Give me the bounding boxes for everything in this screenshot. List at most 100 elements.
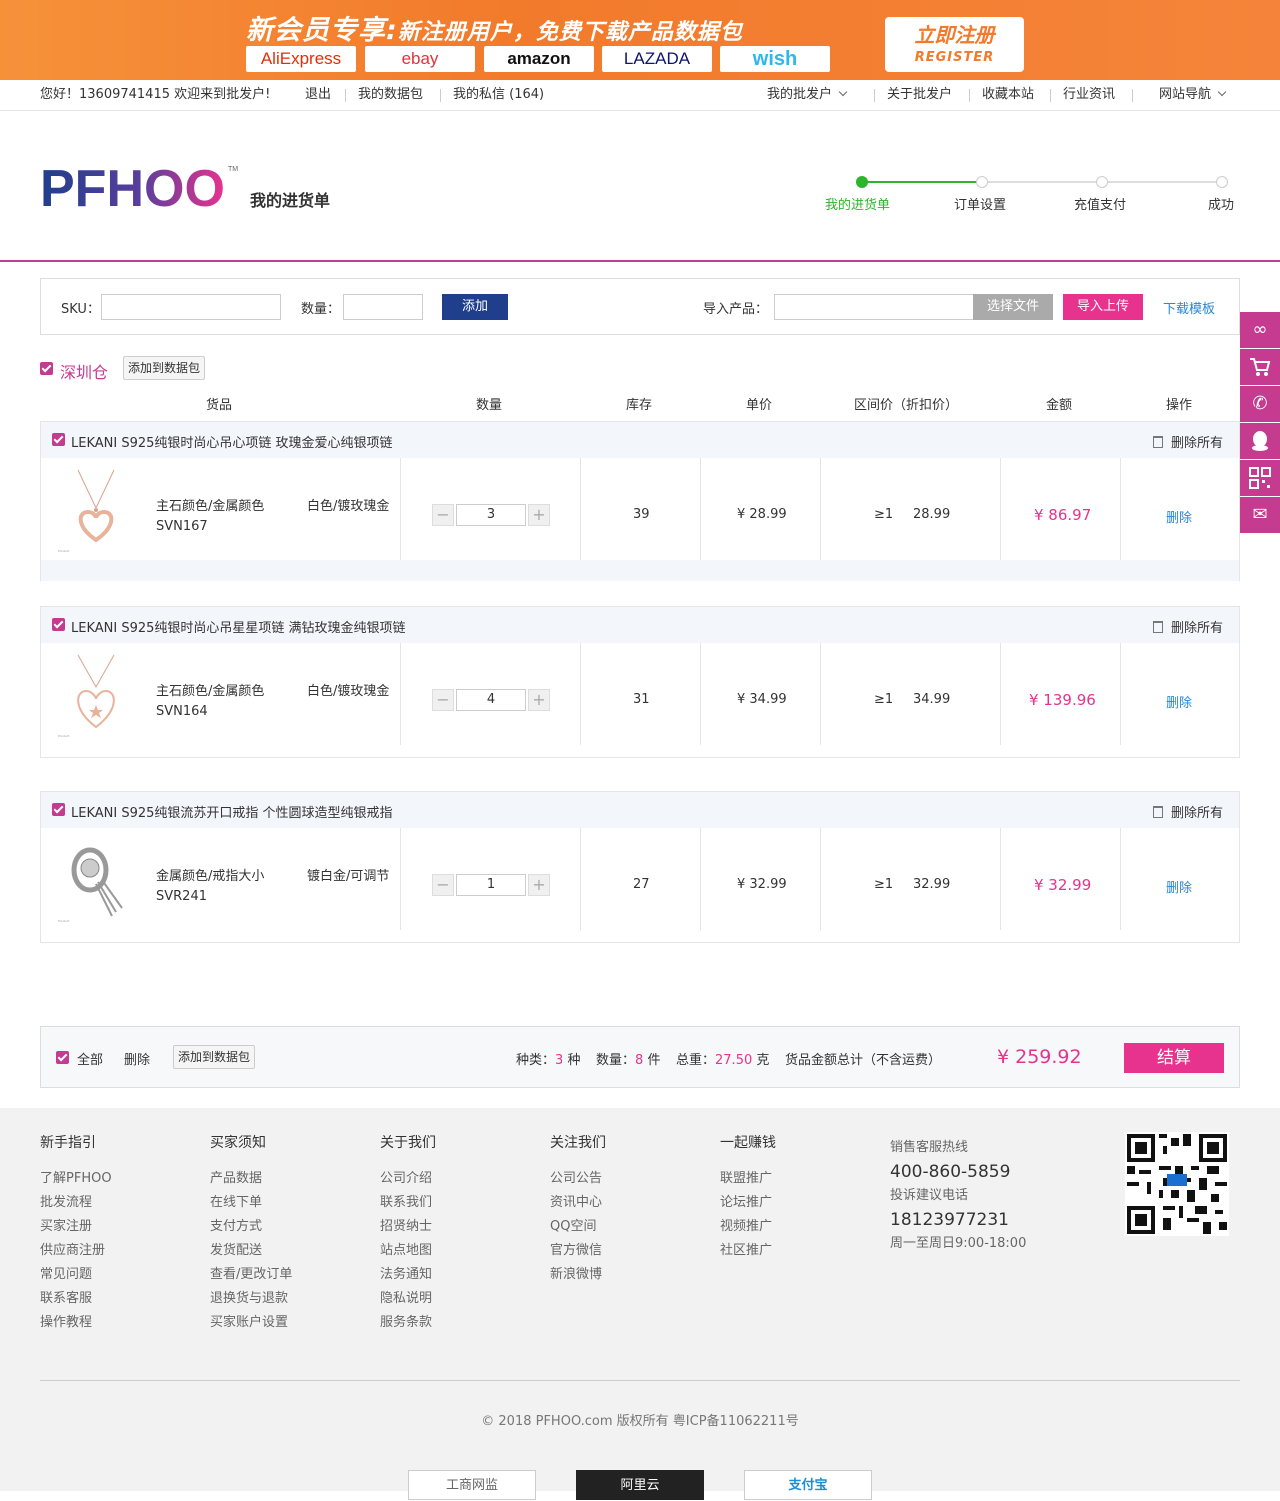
footer-link[interactable]: 在线下单 [210,1191,292,1215]
product-title[interactable]: LEKANI S925纯银流苏开口戒指 个性圆球造型纯银戒指 [71,802,393,821]
my-menu[interactable]: 我的批发户 [767,80,848,110]
minus-icon[interactable]: − [432,874,454,896]
product-title[interactable]: LEKANI S925纯银时尚心吊心项链 玫瑰金爱心纯银项链 [71,432,393,451]
footer-link[interactable]: 公司介绍 [380,1167,436,1191]
table-row: Product 金属颜色/戒指大小 镀白金/可调节 SVR241 − 1 + 2… [41,828,1239,930]
delete-selected-link[interactable]: 删除 [124,1049,150,1068]
footer-link[interactable]: 了解PFHOO [40,1167,112,1191]
service-hours: 周一至周日9:00-18:00 [890,1236,1027,1251]
footer-link[interactable]: 查看/更改订单 [210,1263,292,1287]
upload-button[interactable]: 导入上传 [1063,294,1143,320]
logout-link[interactable]: 退出 [305,80,331,110]
footer-link[interactable]: 操作教程 [40,1311,112,1335]
hotline-label: 销售客服热线 [890,1140,969,1155]
site-nav-menu[interactable]: 网站导航 [1159,80,1227,110]
download-template-link[interactable]: 下载模板 [1163,298,1215,317]
footer-link[interactable]: 官方微信 [550,1239,606,1263]
floating-sidebar: ∞ ✆ ✉ [1240,312,1280,534]
footer-link[interactable]: 服务条款 [380,1311,436,1335]
group-checkbox[interactable] [52,803,65,816]
messages-link[interactable]: 我的私信 (164) [453,80,544,110]
plus-icon[interactable]: + [528,504,550,526]
datapack-link[interactable]: 我的数据包 [358,80,423,110]
choose-file-button[interactable]: 选择文件 [973,294,1053,320]
group-checkbox[interactable] [52,433,65,446]
footer-link[interactable]: 联盟推广 [720,1167,776,1191]
footer-link[interactable]: 公司公告 [550,1167,606,1191]
footer-link[interactable]: 招贤纳士 [380,1215,436,1239]
footer-link[interactable]: 退换货与退款 [210,1287,292,1311]
minus-icon[interactable]: − [432,689,454,711]
infinity-icon[interactable]: ∞ [1240,312,1280,348]
badge-aic[interactable]: 工商网监 [408,1470,536,1500]
product-image[interactable]: Product [56,653,136,741]
product-title[interactable]: LEKANI S925纯银时尚心吊星星项链 满钻玫瑰金纯银项链 [71,617,406,636]
unit-price: ¥ 32.99 [737,877,787,892]
quantity-input[interactable]: 4 [456,689,526,711]
quantity-input[interactable]: 1 [456,874,526,896]
footer-link[interactable]: 资讯中心 [550,1191,606,1215]
footer-link[interactable]: 常见问题 [40,1263,112,1287]
select-all-checkbox[interactable] [56,1051,69,1064]
footer-link[interactable]: 联系客服 [40,1287,112,1311]
footer-link[interactable]: 供应商注册 [40,1239,112,1263]
footer-link[interactable]: 买家注册 [40,1215,112,1239]
delete-all-button[interactable]: 删除所有 [1153,802,1223,821]
footer-link[interactable]: 批发流程 [40,1191,112,1215]
footer-link[interactable]: 论坛推广 [720,1191,776,1215]
pfhoo-logo[interactable]: PFHOO TM [40,160,240,218]
delete-link[interactable]: 删除 [1166,877,1192,896]
warehouse-checkbox[interactable] [40,362,53,375]
complaint-label: 投诉建议电话 [890,1188,969,1203]
footer-link[interactable]: 视频推广 [720,1215,776,1239]
add-button[interactable]: 添加 [442,294,508,320]
chevron-down-icon [1217,87,1227,97]
footer-link[interactable]: 买家账户设置 [210,1311,292,1335]
favorite-link[interactable]: 收藏本站 [982,80,1034,110]
footer-link[interactable]: 法务通知 [380,1263,436,1287]
footer-link[interactable]: 新浪微博 [550,1263,606,1287]
mail-icon[interactable]: ✉ [1240,497,1280,533]
badge-alipay[interactable]: 支付宝 [744,1470,872,1500]
qrcode-icon[interactable] [1240,460,1280,496]
register-button[interactable]: 立即注册 REGISTER [885,17,1024,72]
footer-link[interactable]: 站点地图 [380,1239,436,1263]
group-checkbox[interactable] [52,618,65,631]
about-link[interactable]: 关于批发户 [887,80,952,110]
register-en: REGISTER [914,50,995,65]
range-price: 28.99 [913,507,951,522]
product-group: LEKANI S925纯银时尚心吊心项链 玫瑰金爱心纯银项链 删除所有 Prod… [40,421,1240,581]
qty-input[interactable] [343,294,423,320]
add-to-datapack-button[interactable]: 添加到数据包 [123,356,206,380]
delete-link[interactable]: 删除 [1166,692,1192,711]
site-footer: 新手指引 了解PFHOO 批发流程 买家注册 供应商注册 常见问题 联系客服 操… [0,1108,1280,1500]
footer-link[interactable]: 社区推广 [720,1239,776,1263]
delete-link[interactable]: 删除 [1166,507,1192,526]
phone-icon[interactable]: ✆ [1240,386,1280,422]
sku-input[interactable] [101,294,281,320]
product-image[interactable]: Product [56,838,136,926]
footer-link[interactable]: 发货配送 [210,1239,292,1263]
footer-link[interactable]: 联系我们 [380,1191,436,1215]
footer-link[interactable]: 产品数据 [210,1167,292,1191]
badge-aliyun[interactable]: 阿里云 [576,1470,704,1500]
select-all-label[interactable]: 全部 [77,1049,103,1068]
cart-icon[interactable] [1240,349,1280,385]
promo-banner[interactable]: 新会员专享:新注册用户，免费下载产品数据包 AliExpress ebay am… [0,0,1280,80]
greeting-text: 您好！13609741415 欢迎来到批发户! [40,87,271,102]
plus-icon[interactable]: + [528,689,550,711]
plus-icon[interactable]: + [528,874,550,896]
news-link[interactable]: 行业资讯 [1063,80,1115,110]
footer-link[interactable]: QQ空间 [550,1215,606,1239]
minus-icon[interactable]: − [432,504,454,526]
product-image[interactable]: Product [56,468,136,556]
quantity-input[interactable]: 3 [456,504,526,526]
checkout-button[interactable]: 结算 [1124,1043,1224,1073]
file-path-input[interactable] [774,294,974,320]
delete-all-button[interactable]: 删除所有 [1153,617,1223,636]
footer-link[interactable]: 隐私说明 [380,1287,436,1311]
footer-link[interactable]: 支付方式 [210,1215,292,1239]
qq-icon[interactable] [1240,423,1280,459]
delete-all-button[interactable]: 删除所有 [1153,432,1223,451]
add-to-datapack-button[interactable]: 添加到数据包 [173,1045,256,1069]
